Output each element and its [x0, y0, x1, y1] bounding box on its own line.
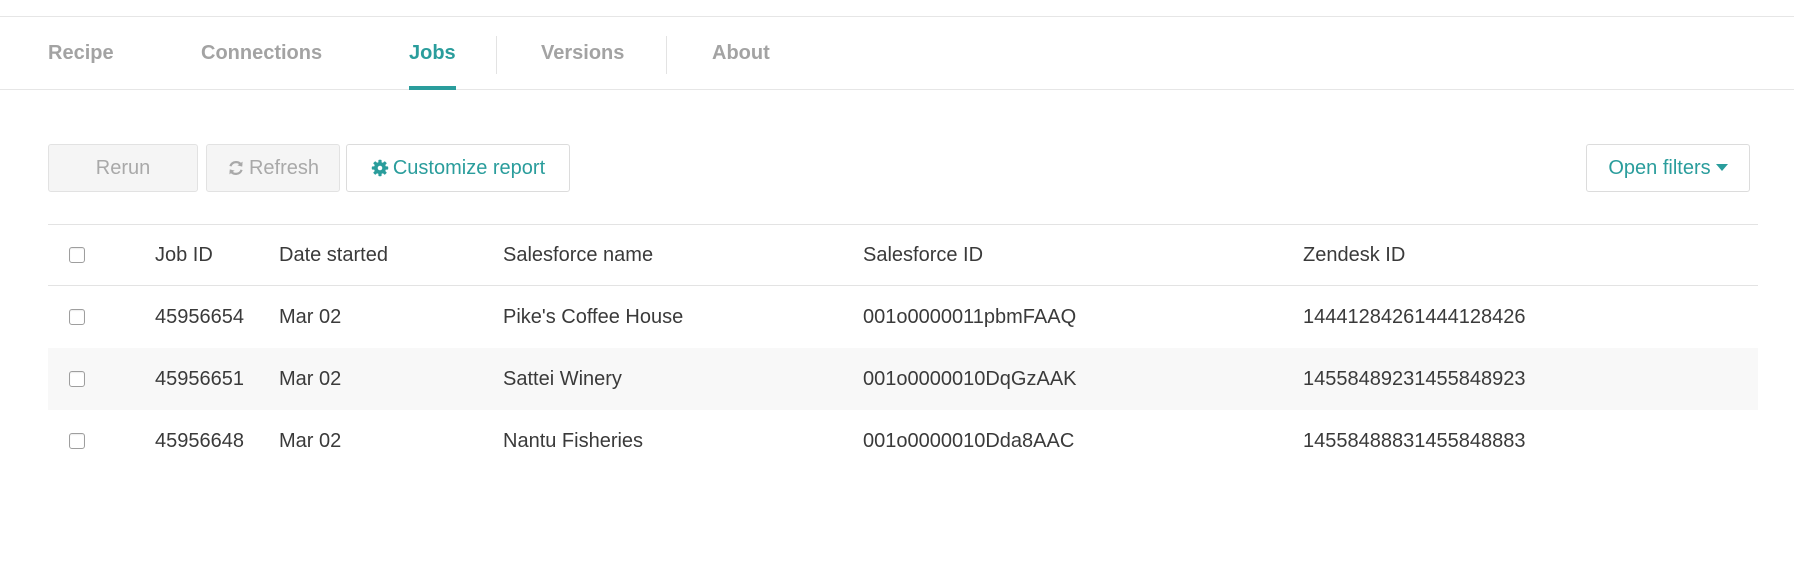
- job-id-cell: 45956651: [155, 367, 244, 390]
- refresh-label: Refresh: [248, 156, 320, 179]
- table-row[interactable]: 45956648 Mar 02 Nantu Fisheries 001o0000…: [48, 410, 1758, 472]
- column-header-salesforce-name[interactable]: Salesforce name: [503, 225, 653, 285]
- tab-separator: [496, 36, 497, 74]
- refresh-icon: [227, 159, 245, 177]
- zendesk-id-cell: 14558489231455848923: [1303, 367, 1526, 390]
- jobs-table: Job ID Date started Salesforce name Sale…: [48, 224, 1758, 472]
- tab-label: Connections: [201, 41, 323, 64]
- tab-label: Versions: [541, 41, 625, 64]
- tab-about[interactable]: About: [712, 17, 770, 89]
- table-row[interactable]: 45956651 Mar 02 Sattei Winery 001o000001…: [48, 348, 1758, 410]
- salesforce-id-cell: 001o0000010Dda8AAC: [863, 429, 1075, 452]
- salesforce-id-cell: 001o0000010DqGzAAK: [863, 367, 1077, 390]
- salesforce-name-cell: Nantu Fisheries: [503, 429, 644, 452]
- salesforce-name-cell: Sattei Winery: [503, 367, 622, 390]
- active-tab-indicator: [409, 86, 456, 90]
- job-id-cell: 45956654: [155, 305, 244, 328]
- tab-label: Jobs: [409, 41, 456, 64]
- column-header-salesforce-id[interactable]: Salesforce ID: [863, 225, 983, 285]
- tab-jobs[interactable]: Jobs: [409, 17, 456, 90]
- column-header-date-started[interactable]: Date started: [279, 225, 388, 285]
- gear-icon: [371, 159, 389, 177]
- tab-recipe[interactable]: Recipe: [48, 17, 114, 89]
- zendesk-id-cell: 14441284261444128426: [1303, 305, 1526, 328]
- customize-report-button[interactable]: Customize report: [346, 144, 570, 192]
- caret-down-icon: [1715, 164, 1728, 172]
- date-started-cell: Mar 02: [279, 305, 342, 328]
- tab-separator: [666, 36, 667, 74]
- salesforce-id-cell: 001o0000011pbmFAAQ: [863, 305, 1077, 328]
- tab-connections[interactable]: Connections: [201, 17, 322, 89]
- row-checkbox[interactable]: [69, 433, 85, 449]
- rerun-label: Rerun: [95, 156, 151, 179]
- tab-versions[interactable]: Versions: [541, 17, 624, 89]
- column-header-zendesk-id[interactable]: Zendesk ID: [1303, 225, 1405, 285]
- jobs-page: Recipe Connections Jobs Versions About R…: [0, 0, 1794, 564]
- tab-label: About: [712, 41, 770, 64]
- open-filters-button[interactable]: Open filters: [1586, 144, 1750, 192]
- job-id-cell: 45956648: [155, 429, 244, 452]
- date-started-cell: Mar 02: [279, 367, 342, 390]
- tab-bar: Recipe Connections Jobs Versions About: [0, 17, 1794, 90]
- refresh-button[interactable]: Refresh: [206, 144, 340, 192]
- table-header: Job ID Date started Salesforce name Sale…: [48, 225, 1758, 286]
- zendesk-id-cell: 14558488831455848883: [1303, 429, 1526, 452]
- customize-report-label: Customize report: [392, 156, 546, 179]
- salesforce-name-cell: Pike's Coffee House: [503, 305, 684, 328]
- table-row[interactable]: 45956654 Mar 02 Pike's Coffee House 001o…: [48, 286, 1758, 348]
- date-started-cell: Mar 02: [279, 429, 342, 452]
- rerun-button[interactable]: Rerun: [48, 144, 198, 192]
- column-header-job-id[interactable]: Job ID: [155, 225, 213, 285]
- select-all-checkbox[interactable]: [69, 247, 85, 263]
- tab-label: Recipe: [48, 41, 114, 64]
- open-filters-label: Open filters: [1608, 156, 1711, 179]
- row-checkbox[interactable]: [69, 371, 85, 387]
- row-checkbox[interactable]: [69, 309, 85, 325]
